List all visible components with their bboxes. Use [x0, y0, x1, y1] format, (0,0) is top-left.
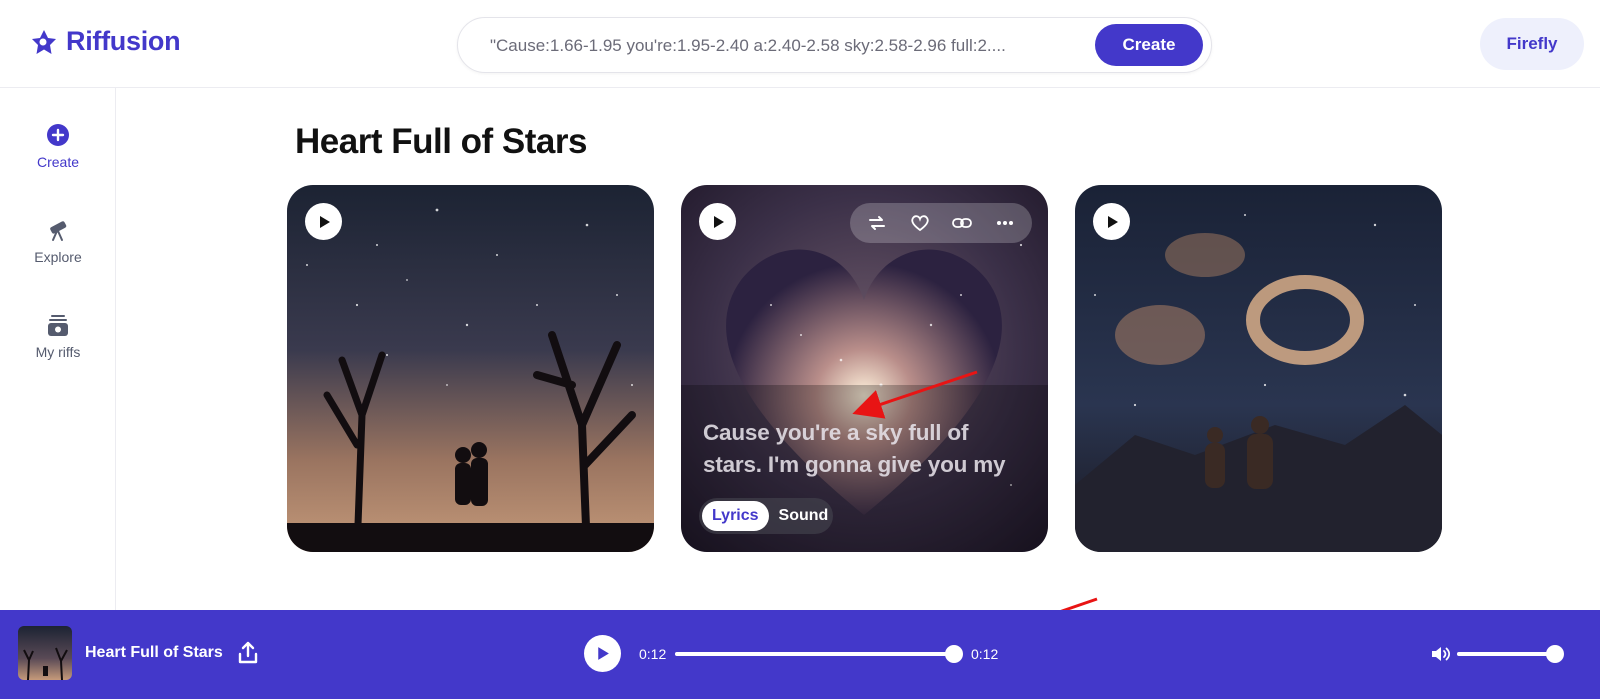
sidebar-item-label: Create: [36, 154, 80, 170]
volume-fill: [1457, 652, 1555, 656]
current-time: 0:12: [639, 646, 667, 662]
sidebar-item-label: Explore: [34, 249, 82, 265]
card-actions: [850, 203, 1032, 243]
play-icon: [1107, 215, 1118, 228]
page-title: Heart Full of Stars: [295, 122, 587, 161]
progress-handle[interactable]: [945, 645, 963, 663]
sidebar: Create Explore My riffs: [0, 88, 116, 610]
app: Riffusion "Cause:1.66-1.95 you're:1.95-2…: [0, 0, 1600, 699]
player-bar: Heart Full of Stars 0:12 0:12: [0, 610, 1600, 699]
play-icon: [598, 647, 609, 660]
sidebar-item-label: My riffs: [35, 344, 81, 360]
play-button[interactable]: [1093, 203, 1130, 240]
track-thumbnail[interactable]: [18, 626, 72, 680]
sidebar-item-create[interactable]: Create: [0, 122, 116, 170]
create-button[interactable]: Create: [1095, 24, 1203, 66]
link-icon[interactable]: [948, 209, 976, 237]
progress-fill: [675, 652, 954, 656]
logo[interactable]: Riffusion: [30, 26, 181, 57]
play-button[interactable]: [305, 203, 342, 240]
lyrics-text: Cause you're a sky full of stars. I'm go…: [703, 420, 1006, 477]
riff-card-active[interactable]: Cause you're a sky full of stars. I'm go…: [681, 185, 1048, 552]
volume-handle[interactable]: [1546, 645, 1564, 663]
riffusion-logo-icon: [32, 29, 56, 54]
top-bar: Riffusion "Cause:1.66-1.95 you're:1.95-2…: [0, 0, 1600, 88]
heart-icon[interactable]: [906, 209, 934, 237]
riff-card[interactable]: [1075, 185, 1442, 552]
volume-icon[interactable]: [1429, 643, 1451, 665]
play-button[interactable]: [699, 203, 736, 240]
play-icon: [713, 215, 724, 228]
user-menu-button[interactable]: Firefly: [1480, 18, 1584, 70]
lyrics-sound-toggle: Lyrics Sound: [699, 498, 833, 534]
telescope-icon: [50, 221, 67, 241]
prompt-input[interactable]: "Cause:1.66-1.95 you're:1.95-2.40 a:2.40…: [490, 36, 1080, 56]
sidebar-item-explore[interactable]: Explore: [0, 217, 116, 265]
plus-circle-icon: [47, 124, 69, 146]
volume-slider[interactable]: [1457, 645, 1564, 663]
toggle-lyrics[interactable]: Lyrics: [702, 501, 769, 531]
play-icon: [319, 215, 330, 228]
track-title: Heart Full of Stars: [85, 644, 223, 661]
sidebar-item-my-riffs[interactable]: My riffs: [0, 312, 116, 360]
more-icon[interactable]: [991, 209, 1019, 237]
progress-slider[interactable]: [675, 645, 963, 663]
cover-image-galaxy-ring: [1075, 185, 1442, 552]
player-play-button[interactable]: [584, 635, 621, 672]
riff-card[interactable]: [287, 185, 654, 552]
total-time: 0:12: [971, 646, 999, 662]
stack-icon: [48, 315, 68, 336]
logo-text: Riffusion: [66, 26, 181, 56]
remix-icon[interactable]: [863, 209, 891, 237]
toggle-sound[interactable]: Sound: [769, 501, 839, 531]
cover-image-starry-couple: [287, 185, 654, 552]
prompt-bar: "Cause:1.66-1.95 you're:1.95-2.40 a:2.40…: [457, 17, 1212, 73]
share-icon[interactable]: [235, 640, 261, 666]
